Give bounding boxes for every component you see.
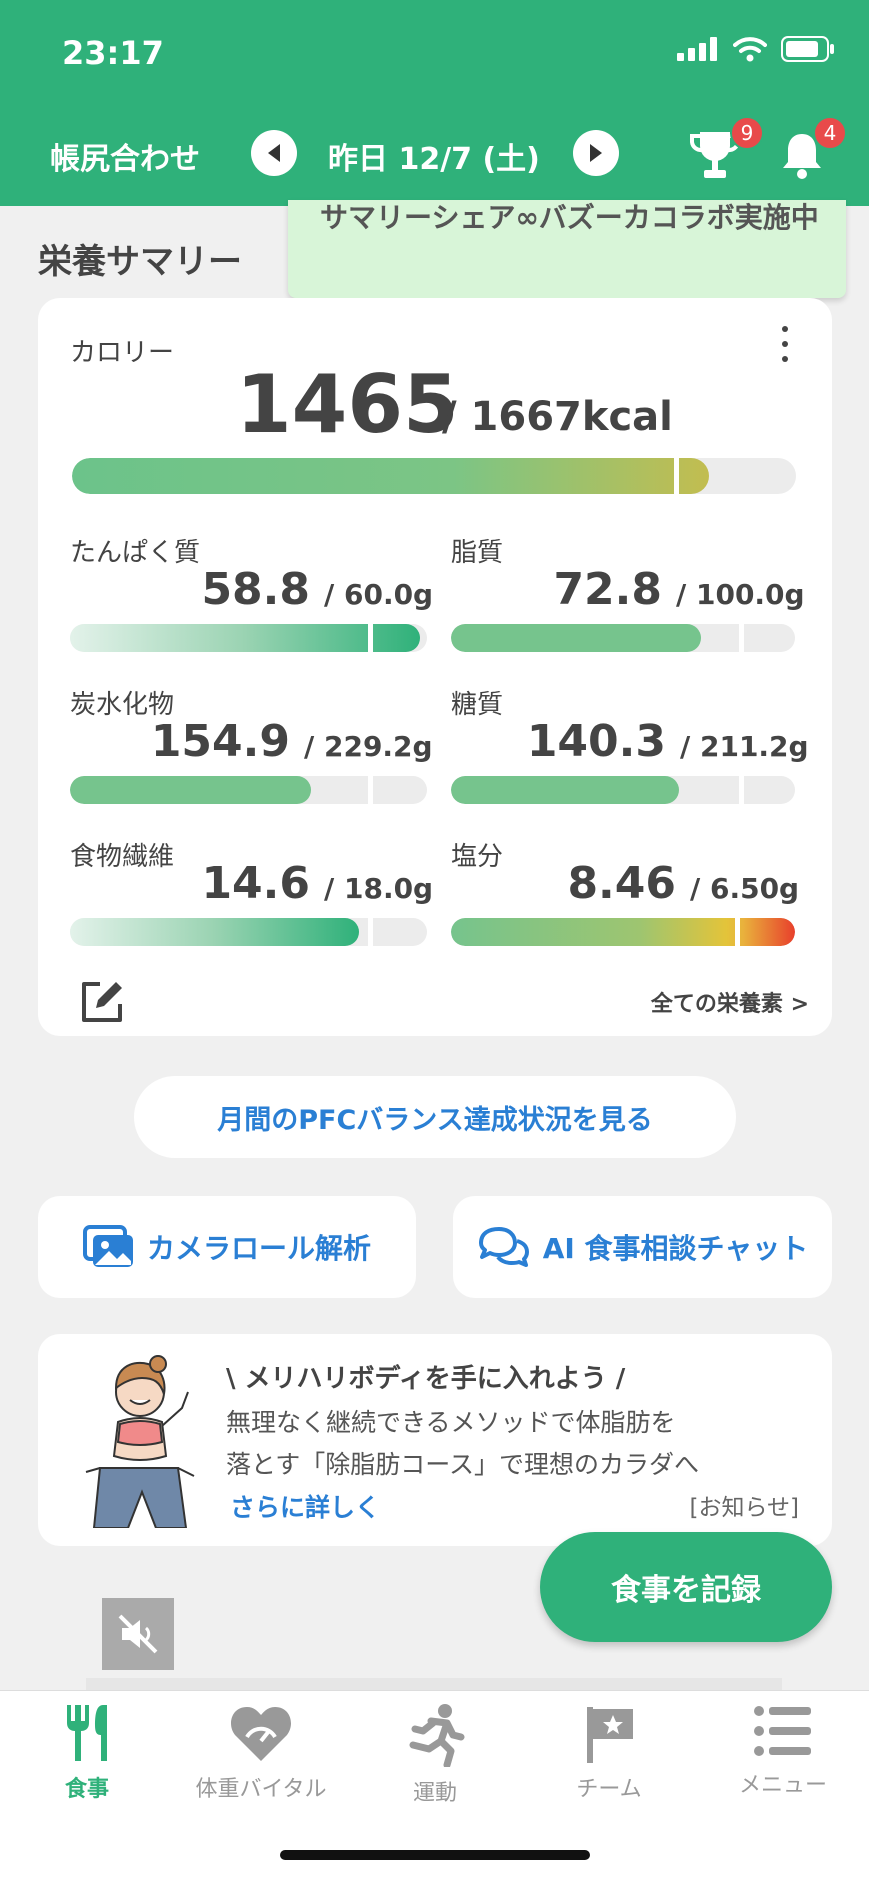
- tab-menu[interactable]: メニュー: [696, 1691, 869, 1821]
- nutrient-label: 食物繊維: [70, 842, 175, 872]
- signal-icon: [677, 37, 717, 61]
- home-indicator: [280, 1850, 590, 1860]
- nutrient-label: 脂質: [451, 538, 504, 568]
- promo-body-line1: 無理なく継続できるメソッドで体脂肪を: [226, 1408, 676, 1437]
- nutrient-target-marker: [368, 624, 373, 652]
- nutrient-progress-fill: [451, 624, 702, 652]
- tab-label: 運動: [412, 1781, 457, 1806]
- calorie-value: 1465: [236, 358, 459, 451]
- nutrient-progress-fill: [70, 918, 360, 946]
- nutrient-value: 14.6: [201, 858, 310, 909]
- wifi-icon: [733, 37, 767, 62]
- calorie-progress-bar: [72, 458, 796, 494]
- tab-meal[interactable]: 食事: [0, 1691, 174, 1821]
- nutrient-progress-fill: [70, 776, 312, 804]
- status-time: 23:17: [62, 34, 164, 72]
- trophy-badge: 9: [730, 116, 764, 150]
- tab-label: メニュー: [738, 1773, 827, 1798]
- nutrient-target-marker: [735, 918, 740, 946]
- list-icon: [754, 1706, 811, 1756]
- nutrient-target: / 6.50g: [690, 872, 800, 905]
- promo-body: 無理なく継続できるメソッドで体脂肪を 落とす「除脂肪コース」で理想のカラダへ: [226, 1402, 786, 1486]
- nutrient-value: 154.9: [150, 716, 290, 767]
- prev-day-button[interactable]: [251, 130, 297, 176]
- promo-tag: [お知らせ]: [689, 1495, 800, 1521]
- nutrient-value: 140.3: [526, 716, 666, 767]
- nutrient-target-marker: [739, 624, 744, 652]
- nutrient-value: 8.46: [567, 858, 676, 909]
- calorie-progress-fill: [72, 458, 710, 494]
- runner-icon: [409, 1704, 465, 1767]
- heart-scale-icon: [231, 1707, 291, 1761]
- bell-badge: 4: [813, 116, 847, 150]
- more-options-icon[interactable]: [778, 326, 792, 362]
- promo-illustration: [85, 1355, 195, 1528]
- promo-more-link[interactable]: さらに詳しく: [230, 1488, 380, 1524]
- nutrient-target-marker: [368, 776, 373, 804]
- tab-weight-vitals[interactable]: 体重バイタル: [174, 1691, 348, 1821]
- calorie-label: カロリー: [70, 338, 175, 368]
- nutrient-progress-bar: [70, 918, 427, 946]
- nutrient-target-marker: [368, 918, 373, 946]
- all-nutrients-link[interactable]: 全ての栄養素 >: [651, 986, 809, 1018]
- ai-chat-label: AI 食事相談チャット: [542, 1232, 809, 1265]
- nutrient-progress-bar: [70, 776, 427, 804]
- nutrient-progress-fill: [451, 776, 680, 804]
- tooltip-text: サマリーシェア∞バズーカコラボ実施中: [320, 201, 819, 234]
- flag-icon: [587, 1707, 633, 1763]
- ai-chat-button[interactable]: AI 食事相談チャット: [453, 1196, 832, 1298]
- fork-knife-icon: [67, 1705, 107, 1761]
- tab-label: 食事: [64, 1777, 109, 1802]
- next-day-button[interactable]: [573, 130, 619, 176]
- nutrient-label: 塩分: [451, 842, 504, 872]
- pfc-balance-button[interactable]: 月間のPFCバランス達成状況を見る: [134, 1076, 736, 1158]
- camera-roll-label: カメラロール解析: [146, 1232, 371, 1265]
- nutrient-target: / 211.2g: [680, 730, 809, 763]
- adjust-label[interactable]: 帳尻合わせ: [50, 134, 200, 178]
- promo-headline: \ メリハリボディを手に入れよう /: [226, 1364, 626, 1394]
- nutrient-label: 糖質: [451, 690, 504, 720]
- content-peek: [86, 1678, 782, 1690]
- calorie-target-marker: [674, 458, 679, 494]
- current-date: 昨日 12/7 (土): [328, 142, 540, 177]
- status-bar: 23:17: [0, 0, 869, 100]
- nutrient-value: 58.8: [201, 564, 310, 615]
- calorie-target: / 1667kcal: [442, 394, 673, 440]
- campaign-tooltip[interactable]: サマリーシェア∞バズーカコラボ実施中: [288, 200, 846, 298]
- photos-icon: [82, 1225, 133, 1267]
- nutrient-progress-fill: [451, 918, 795, 946]
- edit-icon[interactable]: [78, 978, 126, 1026]
- nutrient-progress-bar: [451, 624, 795, 652]
- triangle-left-icon: [268, 144, 280, 162]
- nutrient-target: / 18.0g: [324, 872, 434, 905]
- tab-label: 体重バイタル: [195, 1777, 327, 1802]
- nutrient-target: / 60.0g: [324, 578, 434, 611]
- mute-button[interactable]: [102, 1598, 174, 1670]
- battery-icon: [781, 36, 834, 62]
- nutrient-progress-bar: [70, 624, 427, 652]
- nutrient-value: 72.8: [553, 564, 662, 615]
- speaker-muted-icon: [118, 1614, 158, 1654]
- nutrient-progress-bar: [451, 776, 795, 804]
- app-header: 帳尻合わせ 昨日 12/7 (土) 9 4: [0, 100, 869, 206]
- record-meal-button[interactable]: 食事を記録: [540, 1532, 832, 1642]
- section-title: 栄養サマリー: [38, 242, 242, 282]
- chat-bubbles-icon: [478, 1227, 529, 1267]
- nutrient-progress-bar: [451, 918, 795, 946]
- nutrient-target-marker: [739, 776, 744, 804]
- tab-label: チーム: [576, 1777, 642, 1802]
- nutrient-target: / 100.0g: [676, 578, 805, 611]
- nutrient-target: / 229.2g: [304, 730, 433, 763]
- promo-body-line2: 落とす「除脂肪コース」で理想のカラダへ: [226, 1450, 700, 1479]
- system-icons: [677, 36, 835, 62]
- tab-exercise[interactable]: 運動: [348, 1691, 522, 1821]
- tab-team[interactable]: チーム: [522, 1691, 696, 1821]
- camera-roll-button[interactable]: カメラロール解析: [38, 1196, 416, 1298]
- triangle-right-icon: [590, 144, 602, 162]
